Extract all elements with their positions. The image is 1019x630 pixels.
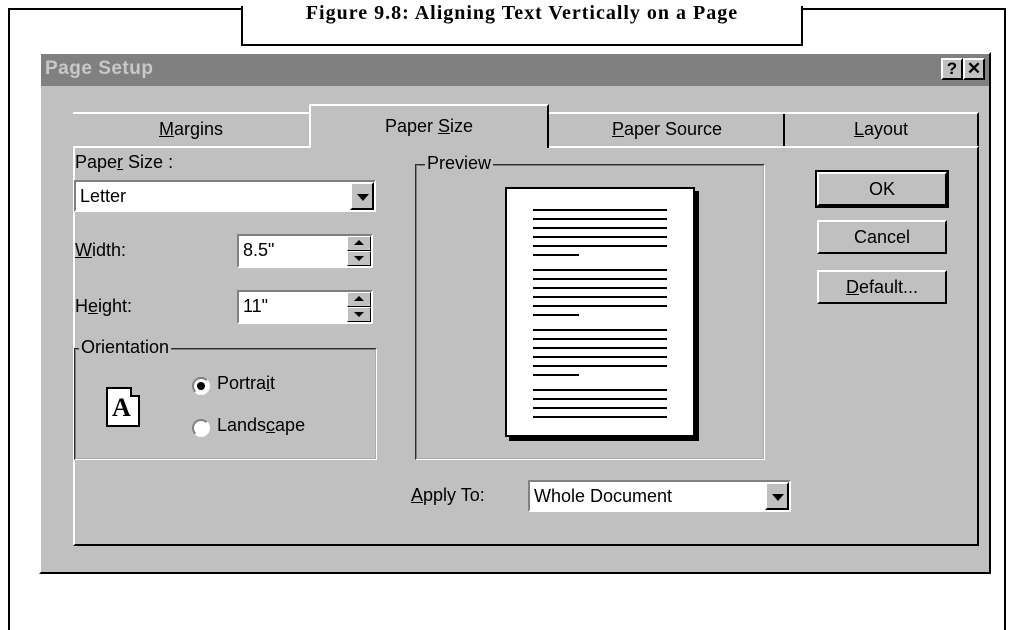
spin-down-icon[interactable] (347, 251, 371, 266)
portrait-radio[interactable] (192, 377, 210, 395)
height-value: 11" (243, 296, 269, 316)
apply-to-select[interactable]: Whole Document (528, 480, 791, 512)
spin-up-icon[interactable] (347, 236, 371, 251)
document-portrait-icon: A (106, 387, 140, 427)
apply-to-label: Apply To: (411, 485, 485, 505)
tab-paper-size[interactable]: Paper Size (309, 104, 549, 148)
orientation-title: Orientation (79, 337, 172, 358)
spin-up-icon[interactable] (347, 292, 371, 307)
chevron-down-icon[interactable] (350, 182, 374, 210)
tab-layout[interactable]: Layout (785, 112, 979, 146)
width-spin-buttons[interactable] (347, 236, 371, 266)
page-preview-graphic (505, 187, 695, 437)
landscape-label[interactable]: Landscape (217, 415, 305, 436)
paper-size-select[interactable]: Letter (74, 180, 376, 212)
tab-paper-source[interactable]: Paper Source (549, 112, 785, 146)
paper-size-label: Paper Size : (75, 152, 174, 172)
figure-caption: Figure 9.8: Aligning Text Vertically on … (305, 2, 739, 24)
spin-down-icon[interactable] (347, 307, 371, 322)
width-label: Width: (75, 240, 127, 260)
close-button[interactable]: ✕ (963, 58, 985, 80)
height-spinner[interactable]: 11" (237, 290, 373, 324)
width-value: 8.5" (243, 240, 275, 260)
height-label: Height: (75, 296, 133, 316)
apply-to-value: Whole Document (534, 486, 673, 506)
help-button[interactable]: ? (941, 58, 963, 80)
paper-size-value: Letter (80, 186, 127, 206)
tab-strip: Margins Paper Size Paper Source Layout (73, 104, 979, 148)
dialog-title: Page Setup (45, 58, 154, 79)
width-spinner[interactable]: 8.5" (237, 234, 373, 268)
title-bar[interactable]: Page Setup ? ✕ (41, 54, 989, 86)
preview-title: Preview (425, 153, 494, 174)
landscape-radio[interactable] (192, 419, 210, 437)
chevron-down-icon[interactable] (765, 482, 789, 510)
ok-button[interactable]: OK (815, 170, 949, 208)
cancel-button[interactable]: Cancel (817, 220, 947, 254)
figure-caption-box: Figure 9.8: Aligning Text Vertically on … (241, 2, 803, 46)
default-button[interactable]: Default... (817, 270, 947, 304)
portrait-label[interactable]: Portrait (217, 373, 275, 394)
height-spin-buttons[interactable] (347, 292, 371, 322)
tab-margins[interactable]: Margins (73, 112, 309, 146)
